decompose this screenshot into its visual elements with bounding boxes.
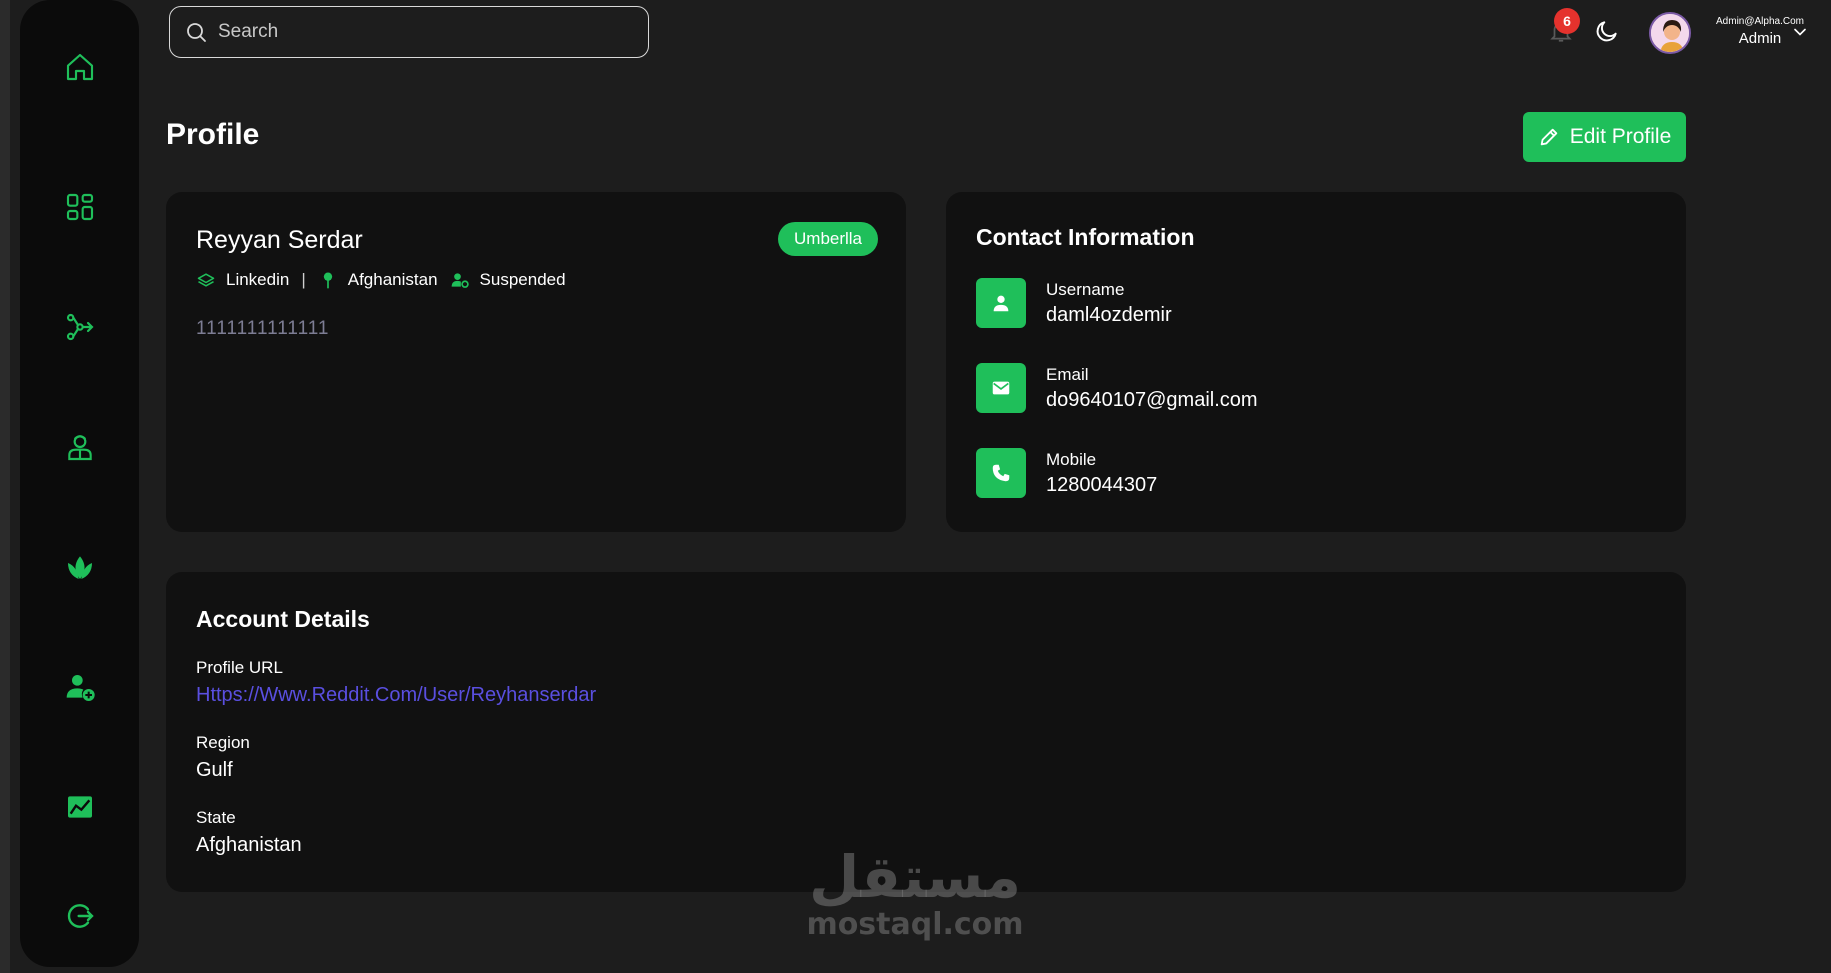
sidebar-item-add-user[interactable] <box>20 659 139 715</box>
region-label: Region <box>196 733 250 752</box>
account-title: Account Details <box>196 606 370 632</box>
theme-toggle-button[interactable] <box>1594 18 1620 44</box>
notification-count-badge: 6 <box>1554 8 1580 34</box>
edit-profile-button[interactable]: Edit Profile <box>1523 112 1686 162</box>
profile-url-link[interactable]: Https://Www.Reddit.Com/User/Reyhanserdar <box>196 684 596 706</box>
watermark-latin: mostaql.com <box>806 907 1024 942</box>
state-label: State <box>196 808 236 827</box>
search-input[interactable] <box>218 21 618 43</box>
contact-label: Email <box>1046 364 1089 384</box>
contact-value: 1280044307 <box>1046 473 1158 496</box>
sidebar-item-logout[interactable] <box>20 888 139 944</box>
mail-icon <box>992 381 1010 395</box>
pencil-icon <box>1540 128 1557 146</box>
profile-status: Suspended <box>479 270 566 289</box>
watermark-arabic: مستقل <box>808 843 1022 911</box>
search-bar[interactable] <box>169 6 649 58</box>
sidebar-item-plant[interactable] <box>20 539 139 595</box>
share-branch-icon <box>66 313 94 341</box>
contact-text: Username daml4ozdemir <box>1046 280 1172 327</box>
contact-row-email: Email do9640107@gmail.com <box>976 363 1258 413</box>
contact-row-username: Username daml4ozdemir <box>976 278 1172 328</box>
contact-label: Username <box>1046 279 1125 299</box>
sidebar-item-agents[interactable] <box>20 419 139 475</box>
profile-source: Linkedin <box>226 270 290 289</box>
contact-card: Contact Information Username daml4ozdemi… <box>946 192 1686 532</box>
profile-tag-badge: Umberlla <box>778 222 879 256</box>
contact-label: Mobile <box>1046 449 1097 469</box>
profile-url-value: Https://Www.Reddit.Com/User/Reyhanserdar <box>196 684 596 707</box>
user-menu-toggle[interactable] <box>1790 22 1810 42</box>
contact-text: Mobile 1280044307 <box>1046 450 1157 497</box>
page-title: Profile <box>166 118 260 151</box>
state-value: Afghanistan <box>196 834 302 856</box>
sidebar-item-home[interactable] <box>20 39 139 95</box>
contact-icon-box <box>976 363 1026 413</box>
sidebar-item-reports[interactable] <box>20 779 139 835</box>
profile-card: Reyyan Serdar Umberlla Linkedin | Afghan… <box>166 192 906 532</box>
user-agent-icon <box>67 435 92 461</box>
sidebar <box>20 0 139 967</box>
add-user-icon <box>66 675 95 701</box>
profile-name: Reyyan Serdar <box>196 226 363 254</box>
window-edge <box>0 0 10 973</box>
chevron-down-icon <box>1794 28 1806 36</box>
profile-url-label: Profile URL <box>196 658 283 677</box>
user-icon <box>993 295 1009 312</box>
sidebar-item-dashboard[interactable] <box>20 179 139 235</box>
edit-profile-label: Edit Profile <box>1569 125 1672 148</box>
profile-meta: Linkedin | Afghanistan Suspended <box>196 270 566 290</box>
home-icon <box>66 53 93 81</box>
contact-title: Contact Information <box>976 224 1195 250</box>
contact-text: Email do9640107@gmail.com <box>1046 365 1258 412</box>
dashboard-grid-icon <box>66 193 93 221</box>
contact-icon-box <box>976 448 1026 498</box>
phone-icon <box>992 464 1010 482</box>
chart-icon <box>67 796 92 818</box>
user-settings-icon <box>451 273 469 288</box>
map-pin-icon <box>323 272 332 289</box>
contact-icon-box <box>976 278 1026 328</box>
watermark: مستقل mostaql.com <box>800 846 1030 942</box>
contact-row-mobile: Mobile 1280044307 <box>976 448 1157 498</box>
moon-icon <box>1596 21 1617 42</box>
profile-bio: 1111111111111 <box>196 318 330 339</box>
contact-value[interactable]: do9640107@gmail.com <box>1046 389 1258 412</box>
region-value: Gulf <box>196 759 233 781</box>
contact-value: daml4ozdemir <box>1046 303 1172 326</box>
avatar-illustration-icon <box>1651 14 1689 52</box>
layers-icon <box>197 273 215 287</box>
search-icon <box>187 23 206 42</box>
profile-country: Afghanistan <box>347 270 438 289</box>
avatar[interactable] <box>1649 12 1691 54</box>
plant-icon <box>67 556 92 579</box>
logout-icon <box>67 904 94 928</box>
meta-separator: | <box>301 270 306 289</box>
sidebar-item-share[interactable] <box>20 299 139 355</box>
